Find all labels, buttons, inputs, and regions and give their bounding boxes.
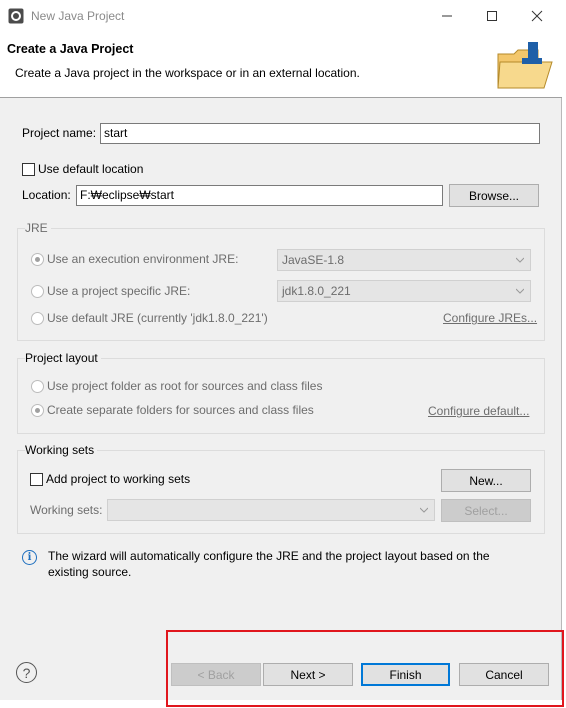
minimize-icon — [442, 15, 452, 17]
layout-project-root-radio[interactable] — [31, 380, 44, 393]
wizard-banner: Create a Java Project Create a Java proj… — [0, 32, 562, 98]
maximize-button[interactable] — [469, 0, 515, 32]
location-label: Location: — [22, 188, 71, 202]
eclipse-app-icon — [8, 8, 24, 24]
info-icon: i — [22, 550, 37, 565]
project-specific-jre-value: jdk1.8.0_221 — [282, 284, 351, 298]
execution-environment-select[interactable]: JavaSE-1.8 — [277, 249, 531, 271]
working-sets-group-title: Working sets — [25, 443, 98, 457]
working-sets-select[interactable] — [107, 499, 435, 521]
layout-separate-folders-radio[interactable] — [31, 404, 44, 417]
project-name-label: Project name: — [22, 126, 97, 140]
close-button[interactable] — [514, 0, 560, 32]
jre-default-label: Use default JRE (currently 'jdk1.8.0_221… — [47, 311, 268, 325]
project-specific-jre-select[interactable]: jdk1.8.0_221 — [277, 280, 531, 302]
chevron-down-icon — [420, 507, 428, 513]
jre-project-specific-radio[interactable] — [31, 285, 44, 298]
project-layout-group — [17, 358, 545, 434]
close-icon — [531, 10, 543, 22]
jre-default-radio[interactable] — [31, 312, 44, 325]
browse-button[interactable]: Browse... — [449, 184, 539, 207]
configure-default-link[interactable]: Configure default... — [428, 404, 529, 418]
highlight-box — [166, 630, 564, 707]
layout-project-root-label: Use project folder as root for sources a… — [47, 379, 323, 393]
window-title: New Java Project — [31, 9, 125, 23]
project-layout-group-title: Project layout — [25, 351, 101, 365]
banner-title: Create a Java Project — [7, 42, 134, 56]
chevron-down-icon — [516, 257, 524, 263]
project-name-input[interactable]: start — [100, 123, 540, 144]
execution-environment-value: JavaSE-1.8 — [282, 253, 345, 267]
minimize-button[interactable] — [424, 0, 470, 32]
add-to-working-sets-checkbox[interactable] — [30, 473, 43, 486]
new-java-project-dialog: New Java Project Create a Java Project C… — [0, 0, 562, 700]
use-default-location-label: Use default location — [38, 162, 144, 176]
java-project-folder-icon — [497, 42, 553, 89]
add-to-working-sets-label: Add project to working sets — [46, 472, 191, 486]
use-default-location-checkbox[interactable] — [22, 163, 35, 176]
help-icon[interactable]: ? — [16, 662, 37, 683]
jre-execution-env-radio[interactable] — [31, 253, 44, 266]
select-working-sets-button[interactable]: Select... — [441, 499, 531, 522]
banner-description: Create a Java project in the workspace o… — [15, 66, 360, 80]
new-working-set-button[interactable]: New... — [441, 469, 531, 492]
maximize-icon — [487, 11, 497, 21]
jre-group-title: JRE — [25, 221, 51, 235]
jre-execution-env-label: Use an execution environment JRE: — [47, 252, 239, 266]
info-message-line1: The wizard will automatically configure … — [48, 549, 490, 563]
info-message-line2: existing source. — [48, 565, 132, 579]
title-bar: New Java Project — [0, 0, 562, 32]
location-input[interactable]: F:₩eclipse₩start — [76, 185, 443, 206]
jre-project-specific-label: Use a project specific JRE: — [47, 284, 191, 298]
configure-jres-link[interactable]: Configure JREs... — [443, 311, 537, 325]
working-sets-label: Working sets: — [30, 503, 103, 517]
layout-separate-folders-label: Create separate folders for sources and … — [47, 403, 314, 417]
chevron-down-icon — [516, 288, 524, 294]
